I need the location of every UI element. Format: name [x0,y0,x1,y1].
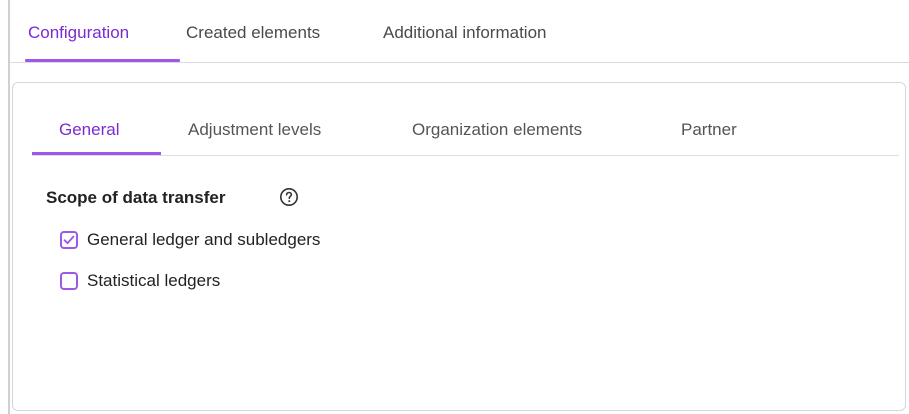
checkmark-icon [63,235,75,245]
option-general-ledger[interactable]: General ledger and subledgers [60,229,320,251]
general-ledger-label: General ledger and subledgers [87,230,321,249]
scope-title: Scope of data transfer [46,188,226,207]
option-statistical-ledgers[interactable]: Statistical ledgers [60,270,220,292]
tab-adjustment-levels[interactable]: Adjustment levels [188,119,321,141]
active-tab-indicator [25,59,180,62]
tab-partner[interactable]: Partner [681,119,737,141]
statistical-ledgers-label: Statistical ledgers [87,271,221,290]
active-inner-tab-indicator [32,152,161,155]
page: Configuration Created elements Additiona… [0,0,909,414]
tab-created-elements[interactable]: Created elements [186,22,320,44]
tab-additional-information[interactable]: Additional information [383,22,546,44]
configuration-panel: General Adjustment levels Organization e… [12,82,906,411]
tab-general[interactable]: General [59,119,119,141]
general-ledger-checkbox[interactable] [60,231,78,249]
question-circle-icon[interactable] [279,187,299,207]
statistical-ledgers-checkbox[interactable] [60,272,78,290]
top-tab-bar: Configuration Created elements Additiona… [10,0,909,63]
inner-tab-bar: General Adjustment levels Organization e… [32,111,899,156]
tab-organization-elements[interactable]: Organization elements [412,119,582,141]
tab-configuration[interactable]: Configuration [28,22,129,44]
